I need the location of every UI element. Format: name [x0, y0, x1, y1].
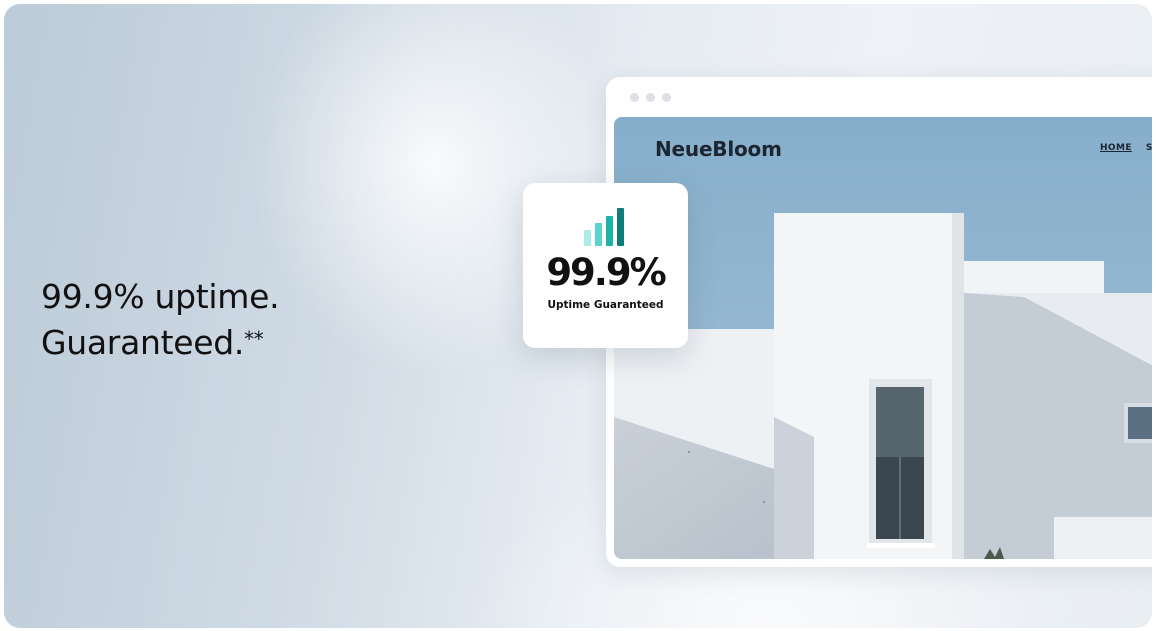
nav-item-second[interactable]: SE [1146, 143, 1152, 153]
window-controls [630, 93, 671, 102]
footnote-mark: ** [244, 327, 264, 351]
window-dot-icon [646, 93, 655, 102]
signal-bar-3 [606, 216, 613, 246]
uptime-banner: 99.9% uptime. Guaranteed.** NeueBloom HO… [4, 4, 1152, 628]
window-dot-icon [630, 93, 639, 102]
signal-bar-1 [584, 230, 591, 246]
website-preview: NeueBloom HOME SE [614, 117, 1152, 559]
headline: 99.9% uptime. Guaranteed.** [41, 274, 280, 366]
headline-line-2-text: Guaranteed. [41, 323, 245, 362]
signal-bars-icon [584, 208, 624, 246]
site-logo: NeueBloom [655, 137, 782, 161]
signal-bar-4 [617, 208, 624, 246]
uptime-value: 99.9% [546, 251, 666, 294]
uptime-caption: Uptime Guaranteed [547, 299, 664, 311]
headline-line-1: 99.9% uptime. [41, 277, 280, 316]
uptime-card: 99.9% Uptime Guaranteed [523, 183, 688, 348]
site-nav: HOME SE [1100, 143, 1152, 153]
building-photo [614, 117, 1152, 559]
headline-line-2: Guaranteed.** [41, 320, 279, 366]
window-dot-icon [662, 93, 671, 102]
nav-item-home[interactable]: HOME [1100, 143, 1132, 153]
signal-bar-2 [595, 223, 602, 246]
